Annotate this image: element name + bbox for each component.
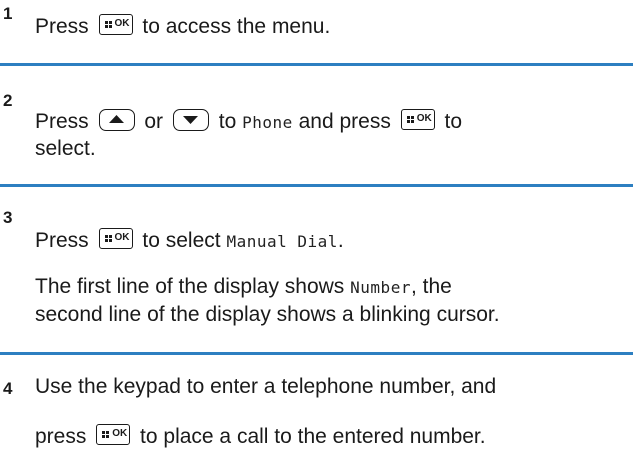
step-divider	[0, 63, 633, 66]
step-text: Use the keypad to enter a telephone numb…	[35, 375, 497, 398]
step-text-segment: Press	[35, 110, 89, 133]
step-text: Press OK to access the menu.	[35, 14, 330, 39]
display-text-number: Number	[350, 278, 411, 297]
menu-item-manual-dial: Manual Dial	[226, 232, 338, 251]
step-number: 2	[3, 91, 13, 110]
ok-key-label: OK	[114, 18, 130, 29]
ok-key-icon: OK	[98, 14, 133, 35]
step-divider	[0, 184, 633, 187]
ok-key-label: OK	[112, 428, 128, 439]
step-text: Press or to Phone and press OK to	[35, 109, 462, 135]
step-divider	[0, 352, 633, 355]
step-text-segment: The first line of the display shows	[35, 275, 345, 298]
step-text-segment: to place a call to the entered number.	[140, 425, 486, 448]
step-result-line2: second line of the display shows a blink…	[35, 303, 500, 326]
step-result: The first line of the display shows Numb…	[35, 275, 452, 300]
step-text-segment: .	[337, 229, 344, 252]
step-text-segment: , the	[410, 275, 452, 298]
step-text: Press OK to select Manual Dial.	[35, 228, 344, 254]
step-text-segment: or	[144, 110, 164, 133]
step-text-segment: and press	[298, 110, 391, 133]
step-text-segment: Press	[35, 15, 89, 38]
up-arrow-key-icon	[98, 109, 135, 131]
step-text-line2: press OK to place a call to the entered …	[35, 424, 486, 449]
step-number: 4	[3, 379, 13, 398]
step-text-segment: to	[444, 110, 463, 133]
step-text-line2: select.	[35, 137, 96, 160]
step-text-segment: to	[218, 110, 237, 133]
step-text-segment: press	[35, 425, 87, 448]
menu-item-phone: Phone	[242, 113, 293, 132]
step-text-segment: to access the menu.	[142, 15, 331, 38]
ok-key-icon: OK	[400, 109, 435, 130]
ok-key-icon: OK	[98, 228, 133, 249]
step-number: 3	[3, 208, 13, 227]
ok-key-label: OK	[114, 232, 130, 243]
step-text-segment: to select	[142, 229, 221, 252]
ok-key-label: OK	[416, 113, 432, 124]
step-number: 1	[3, 4, 13, 23]
ok-key-icon: OK	[96, 424, 131, 445]
down-arrow-key-icon	[172, 109, 209, 131]
step-text-segment: Press	[35, 229, 89, 252]
